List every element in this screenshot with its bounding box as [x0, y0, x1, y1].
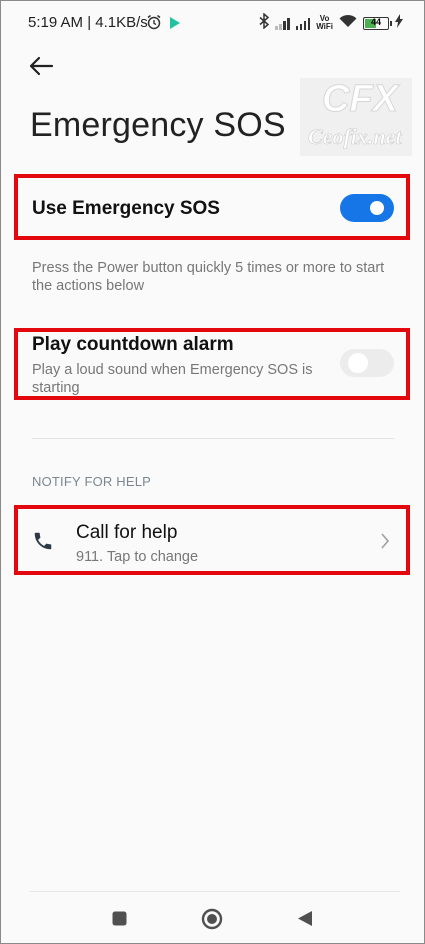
status-bar: 5:19 AM | 4.1KB/s Vo WiFi 44: [0, 0, 425, 46]
back-arrow-icon: [29, 56, 54, 76]
highlight-box-sos: [14, 174, 410, 240]
home-icon[interactable]: [201, 908, 223, 935]
watermark-logo: CFX: [322, 78, 399, 121]
signal-icon-2: [295, 17, 311, 30]
section-header-notify: NOTIFY FOR HELP: [32, 474, 152, 489]
status-icons: Vo WiFi 44: [259, 11, 403, 34]
recents-icon[interactable]: [112, 911, 127, 931]
watermark-text: Ceofix.net: [308, 124, 402, 150]
play-icon: [170, 16, 180, 34]
watermark: CFX Ceofix.net: [300, 78, 412, 156]
back-button[interactable]: [28, 54, 58, 80]
signal-icon-1: [275, 17, 290, 30]
navigation-bar: [0, 891, 425, 944]
alarm-icon: [146, 14, 162, 35]
wifi-icon: [339, 14, 357, 33]
charging-icon: [395, 13, 403, 33]
sos-description: Press the Power button quickly 5 times o…: [32, 260, 385, 294]
page-title: Emergency SOS: [30, 106, 286, 144]
vowifi-icon: Vo WiFi: [316, 14, 333, 31]
battery-icon: 44: [363, 16, 392, 30]
back-nav-icon[interactable]: [297, 910, 313, 932]
divider: [32, 438, 394, 439]
highlight-box-call: [14, 505, 410, 575]
highlight-box-countdown: [14, 328, 410, 400]
status-time: 5:19 AM | 4.1KB/s: [28, 14, 148, 31]
bluetooth-icon: [259, 11, 270, 34]
